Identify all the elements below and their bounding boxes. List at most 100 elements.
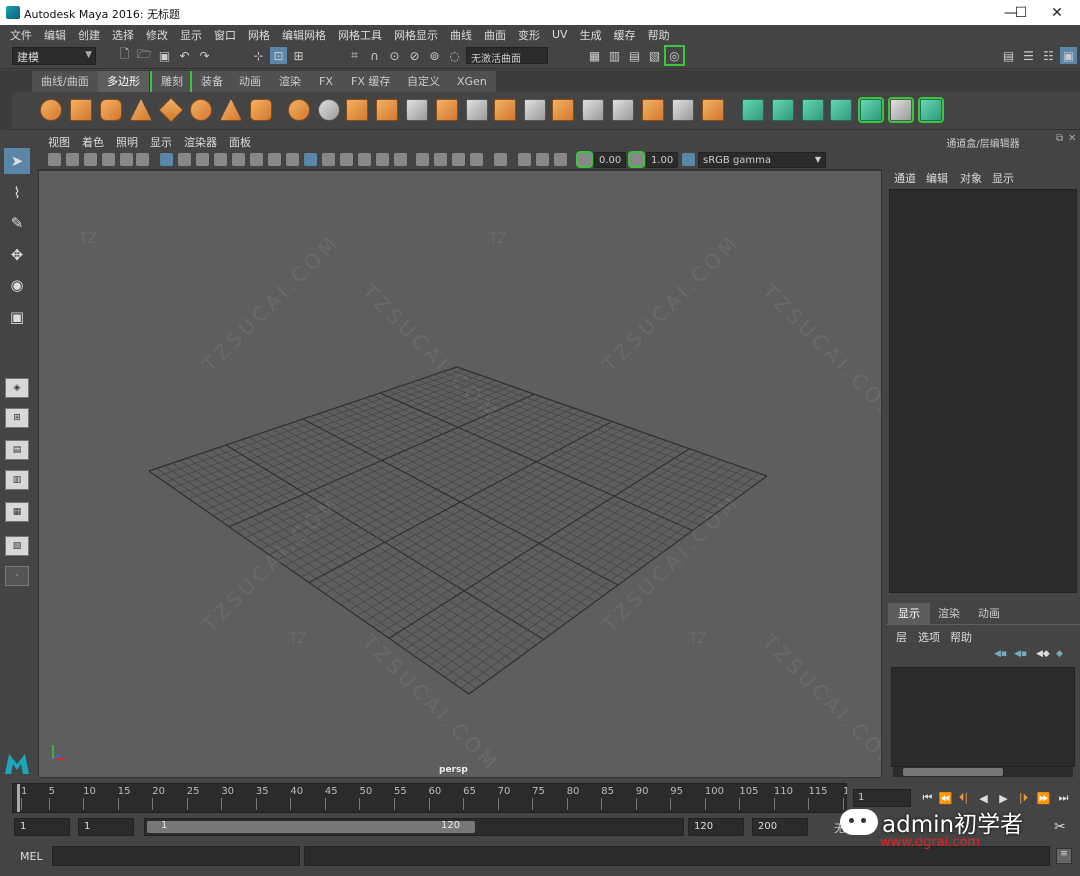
viewport-menu-panels[interactable]: 面板 (223, 134, 257, 150)
gamma-icon[interactable] (628, 151, 645, 168)
menu-uv[interactable]: UV (546, 28, 574, 41)
merge-icon[interactable] (642, 99, 664, 121)
select-tool-icon[interactable]: ➤ (4, 148, 30, 174)
poly-pipe-icon[interactable] (250, 99, 272, 121)
menu-curves[interactable]: 曲线 (444, 27, 478, 43)
snap-curve-icon[interactable]: ∩ (366, 47, 383, 64)
resolution-gate-icon[interactable] (196, 153, 209, 166)
render-frame-icon[interactable]: ▥ (606, 47, 623, 64)
menu-set-dropdown[interactable]: 建模 ▼ (12, 47, 96, 65)
tab-fx[interactable]: FX (310, 71, 343, 92)
menu-generate[interactable]: 生成 (574, 27, 608, 43)
snap-view-icon[interactable]: ⊘ (406, 47, 423, 64)
step-back-key-icon[interactable]: ⏪ (937, 790, 954, 806)
fill-hole-icon[interactable] (552, 99, 574, 121)
uv-automatic-icon[interactable] (830, 99, 852, 121)
playback-start-field[interactable]: 1 (78, 818, 134, 836)
uv-spherical-icon[interactable] (802, 99, 824, 121)
wireframe-icon[interactable] (286, 153, 299, 166)
new-scene-icon[interactable]: 🗋 (116, 47, 133, 64)
toggle-attribute-editor-icon[interactable]: ▤ (1000, 47, 1017, 64)
grid-toggle-icon[interactable] (160, 153, 173, 166)
scrollbar-thumb[interactable] (903, 768, 1003, 776)
range-slider-track[interactable]: 1 120 (144, 818, 684, 836)
menu-mesh[interactable]: 网格 (242, 27, 276, 43)
menu-modify[interactable]: 修改 (140, 27, 174, 43)
camera-icon[interactable] (48, 153, 61, 166)
shelf-options-strip[interactable] (0, 70, 12, 130)
extrude-icon[interactable] (494, 99, 516, 121)
tab-custom[interactable]: 自定义 (398, 71, 450, 92)
move-layer-up-icon[interactable]: ◀◆ (1036, 649, 1050, 659)
color-management-icon[interactable] (682, 153, 695, 166)
menu-edit[interactable]: 编辑 (38, 27, 72, 43)
xray-icon[interactable] (494, 153, 507, 166)
snap-surface-icon[interactable]: ⊚ (426, 47, 443, 64)
float-panel-icon[interactable]: ⧉ (1056, 133, 1063, 144)
edge-loop-icon[interactable] (612, 99, 634, 121)
mel-label[interactable]: MEL (20, 850, 43, 863)
select-hierarchy-icon[interactable]: ⊹ (250, 47, 267, 64)
menu-select[interactable]: 选择 (106, 27, 140, 43)
uv-editor-icon[interactable] (858, 97, 884, 123)
smooth-icon[interactable] (376, 99, 398, 121)
persp-outliner-layout-icon[interactable]: ▤ (5, 440, 29, 460)
uv-planar-icon[interactable] (742, 99, 764, 121)
open-scene-icon[interactable]: 🗁 (136, 47, 153, 64)
scale-tool-icon[interactable]: ▣ (4, 304, 30, 330)
xray-joints-icon[interactable] (518, 153, 531, 166)
lasso-tool-icon[interactable]: ⌇ (4, 180, 30, 206)
paint-select-tool-icon[interactable]: ✎ (4, 210, 30, 236)
image-plane-icon[interactable] (102, 153, 115, 166)
step-forward-key-icon[interactable]: ⏩ (1035, 790, 1052, 806)
tab-curves-surfaces[interactable]: 曲线/曲面 (32, 71, 99, 92)
go-to-start-icon[interactable]: ⏮ (919, 790, 936, 806)
isolate-select-icon[interactable] (470, 153, 483, 166)
poly-torus-icon[interactable] (190, 99, 212, 121)
range-slider-thumb[interactable] (147, 821, 475, 833)
poly-cone-icon[interactable] (130, 99, 152, 121)
layout-options-icon[interactable]: · (5, 566, 29, 586)
depth-of-field-icon[interactable] (452, 153, 465, 166)
boolean-icon[interactable] (406, 99, 428, 121)
motion-blur-icon[interactable] (416, 153, 429, 166)
animation-start-field[interactable]: 1 (14, 818, 70, 836)
bookmark-icon[interactable] (84, 153, 97, 166)
multi-cut-icon[interactable] (582, 99, 604, 121)
render-view-icon[interactable]: ▦ (586, 47, 603, 64)
poly-pyramid-icon[interactable] (220, 99, 242, 121)
tab-sculpting[interactable]: 雕刻 (150, 71, 194, 92)
toggle-tool-settings-icon[interactable]: ☰ (1020, 47, 1037, 64)
menu-edit-mesh[interactable]: 编辑网格 (276, 27, 332, 43)
play-backward-icon[interactable]: ◀ (975, 790, 992, 806)
field-chart-icon[interactable] (232, 153, 245, 166)
menu-mesh-tools[interactable]: 网格工具 (332, 27, 388, 43)
new-layer-icon[interactable]: ◀▪ (994, 649, 1007, 659)
layer-list-area[interactable] (891, 667, 1075, 767)
use-all-lights-icon[interactable] (358, 153, 371, 166)
channels-menu[interactable]: 通道 (894, 170, 916, 186)
close-button[interactable]: ✕ (1034, 0, 1080, 25)
script-editor-icon[interactable]: ≡ (1056, 848, 1072, 864)
edit-menu[interactable]: 编辑 (926, 170, 948, 186)
go-to-end-icon[interactable]: ⏭ (1055, 790, 1072, 806)
safe-title-icon[interactable] (268, 153, 281, 166)
move-layer-down-icon[interactable]: ◆ (1056, 649, 1063, 659)
command-input[interactable] (52, 846, 300, 866)
menu-surfaces[interactable]: 曲面 (478, 27, 512, 43)
2d-pan-zoom-icon[interactable] (120, 153, 133, 166)
auto-key-icon[interactable]: ✂ (1054, 819, 1066, 835)
menu-help[interactable]: 帮助 (642, 27, 676, 43)
menu-file[interactable]: 文件 (4, 27, 38, 43)
undo-icon[interactable]: ↶ (176, 47, 193, 64)
viewport-menu-lighting[interactable]: 照明 (110, 134, 144, 150)
save-scene-icon[interactable]: ▣ (156, 47, 173, 64)
gamma-field[interactable]: 1.00 (646, 152, 678, 168)
hypershade-icon[interactable]: ◎ (664, 45, 685, 66)
exposure-field[interactable]: 0.00 (594, 152, 626, 168)
outliner-layout-icon[interactable]: ▧ (5, 536, 29, 556)
exposure-icon[interactable] (576, 151, 593, 168)
gate-mask-icon[interactable] (214, 153, 227, 166)
hud-icon[interactable] (554, 153, 567, 166)
combine-icon[interactable] (288, 99, 310, 121)
